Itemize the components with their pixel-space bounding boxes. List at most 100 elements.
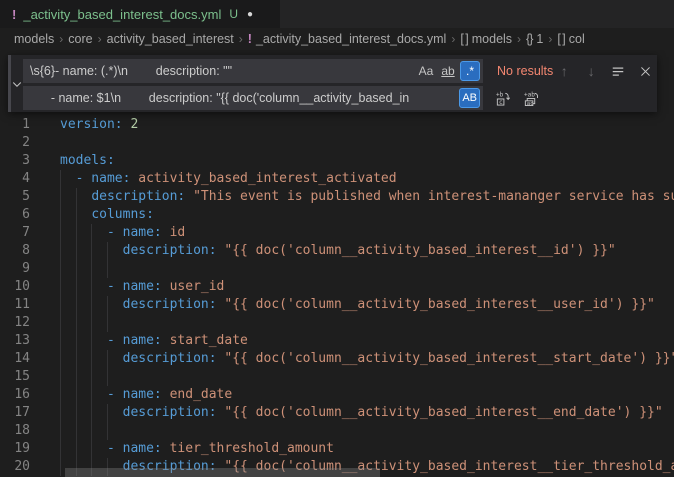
replace-all-button[interactable]: +ab ac <box>519 87 541 109</box>
code-line-text: version: 2 <box>30 116 674 134</box>
symbol-array-icon: [ ] <box>557 32 564 46</box>
code-line[interactable]: 6 columns: <box>0 206 674 224</box>
indent-guide <box>91 278 92 296</box>
preserve-case-toggle[interactable]: AB <box>459 88 480 108</box>
code-line[interactable]: 4 - name: activity_based_interest_activa… <box>0 170 674 188</box>
breadcrumb-item[interactable]: {}1 <box>526 32 543 46</box>
indent-guide <box>107 260 108 278</box>
modified-dot-icon[interactable]: ● <box>247 9 253 20</box>
breadcrumb-item[interactable]: [ ]col <box>557 32 584 46</box>
code-line[interactable]: 18 <box>0 422 674 440</box>
indent-guide <box>76 440 77 458</box>
breadcrumb-separator: › <box>59 32 63 46</box>
code-line[interactable]: 13 - name: start_date <box>0 332 674 350</box>
line-number: 1 <box>0 116 30 134</box>
code-line[interactable]: 19 - name: tier_threshold_amount <box>0 440 674 458</box>
indent-guide <box>76 260 77 278</box>
code-line-text: - name: user_id <box>30 278 674 296</box>
code-line[interactable]: 8 description: "{{ doc('column__activity… <box>0 242 674 260</box>
editor-pane[interactable]: 1version: 223models:4 - name: activity_b… <box>0 50 674 477</box>
indent-guide <box>60 278 61 296</box>
code-line[interactable]: 15 <box>0 368 674 386</box>
find-widget: \s{6}- name: (.*)\n description: "" Aa a… <box>8 55 657 112</box>
toggle-replace-button[interactable] <box>11 55 23 112</box>
previous-match-button[interactable]: ↑ <box>553 60 575 82</box>
code-line-text: description: "{{ doc('column__activity_b… <box>30 404 674 422</box>
indent-guide <box>91 314 92 332</box>
line-number: 7 <box>0 224 30 242</box>
code-line[interactable]: 7 - name: id <box>0 224 674 242</box>
breadcrumb-label: models <box>472 32 512 46</box>
code-line[interactable]: 16 - name: end_date <box>0 386 674 404</box>
breadcrumb-item[interactable]: core <box>68 32 92 46</box>
indent-guide <box>107 296 108 314</box>
indent-guide <box>76 422 77 440</box>
code-line-text: description: "{{ doc('column__activity_b… <box>30 350 674 368</box>
indent-guide <box>60 404 61 422</box>
indent-guide <box>60 296 61 314</box>
code-line[interactable]: 1version: 2 <box>0 116 674 134</box>
line-number: 18 <box>0 422 30 440</box>
indent-guide <box>60 242 61 260</box>
code-line[interactable]: 3models: <box>0 152 674 170</box>
code-line[interactable]: 12 <box>0 314 674 332</box>
indent-guide <box>60 422 61 440</box>
code-line-text <box>30 314 674 332</box>
indent-guide <box>91 386 92 404</box>
close-find-widget-button[interactable] <box>634 60 656 82</box>
breadcrumb-item[interactable]: models <box>14 32 54 46</box>
find-input[interactable]: \s{6}- name: (.*)\n description: "" Aa a… <box>23 59 483 83</box>
replace-input[interactable]: - name: $1\n description: "{{ doc('colum… <box>23 86 483 110</box>
code-line[interactable]: 17 description: "{{ doc('column__activit… <box>0 404 674 422</box>
breadcrumb-separator: › <box>517 32 521 46</box>
selection-lines-icon <box>611 64 625 78</box>
code-line-text: description: "This event is published wh… <box>30 188 674 206</box>
indent-guide <box>60 368 61 386</box>
indent-guide <box>91 296 92 314</box>
indent-guide <box>91 404 92 422</box>
chevron-down-icon <box>11 78 23 90</box>
whole-word-toggle[interactable]: ab <box>438 61 458 81</box>
code-line[interactable]: 10 - name: user_id <box>0 278 674 296</box>
code-line[interactable]: 5 description: "This event is published … <box>0 188 674 206</box>
svg-text:+ab: +ab <box>523 91 534 98</box>
indent-guide <box>91 350 92 368</box>
indent-guide <box>76 278 77 296</box>
indent-guide <box>76 332 77 350</box>
code-line-text <box>30 422 674 440</box>
line-number: 17 <box>0 404 30 422</box>
symbol-object-icon: {} <box>526 32 532 46</box>
code-area[interactable]: 1version: 223models:4 - name: activity_b… <box>0 116 674 476</box>
breadcrumb-item[interactable]: activity_based_interest <box>107 32 234 46</box>
code-line[interactable]: 11 description: "{{ doc('column__activit… <box>0 296 674 314</box>
code-line-text: - name: activity_based_interest_activate… <box>30 170 674 188</box>
indent-guide <box>107 350 108 368</box>
replace-icon: +b c <box>495 91 510 106</box>
next-match-button[interactable]: ↓ <box>580 60 602 82</box>
tab-active-file[interactable]: ! _activity_based_interest_docs.yml U ● <box>0 0 280 28</box>
indent-guide <box>60 458 61 476</box>
line-number: 13 <box>0 332 30 350</box>
breadcrumb: models › core › activity_based_interest › !_ac… <box>0 28 674 50</box>
indent-guide <box>76 368 77 386</box>
match-case-toggle[interactable]: Aa <box>416 61 436 81</box>
breadcrumb-item[interactable]: !_activity_based_interest_docs.yml <box>248 32 447 46</box>
code-line[interactable]: 14 description: "{{ doc('column__activit… <box>0 350 674 368</box>
horizontal-scrollbar[interactable] <box>65 468 380 477</box>
code-line-text: description: "{{ doc('column__activity_b… <box>30 296 674 314</box>
indent-guide <box>91 242 92 260</box>
code-line-text <box>30 260 674 278</box>
regex-toggle[interactable]: .* <box>460 61 480 81</box>
replace-button[interactable]: +b c <box>491 87 513 109</box>
indent-guide <box>107 242 108 260</box>
breadcrumb-item[interactable]: [ ]models <box>460 32 512 46</box>
code-line[interactable]: 2 <box>0 134 674 152</box>
indent-guide <box>76 188 77 206</box>
find-in-selection-button[interactable] <box>607 60 629 82</box>
code-line-text: models: <box>30 152 674 170</box>
indent-guide <box>60 188 61 206</box>
breadcrumb-separator: › <box>548 32 552 46</box>
code-line[interactable]: 9 <box>0 260 674 278</box>
indent-guide <box>60 440 61 458</box>
git-untracked-badge: U <box>229 7 238 21</box>
